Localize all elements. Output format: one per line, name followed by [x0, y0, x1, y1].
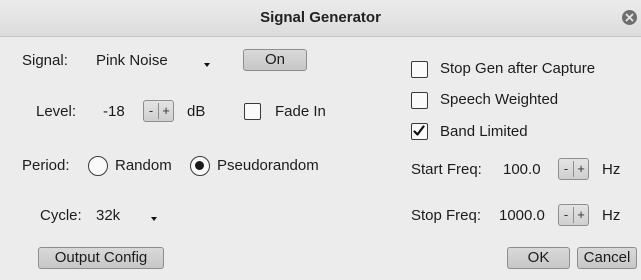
on-toggle-button[interactable]: On — [243, 49, 307, 71]
cancel-button[interactable]: Cancel — [577, 247, 637, 269]
start-freq-label: Start Freq: — [411, 161, 482, 178]
speech-weighted-checkbox[interactable] — [411, 92, 428, 109]
signal-generator-window: Signal Generator Signal: Pink Noise On L… — [0, 0, 641, 280]
title-bar[interactable]: Signal Generator — [0, 0, 641, 37]
stop-freq-increment-button[interactable]: + — [574, 206, 588, 224]
checkmark-icon — [413, 125, 425, 136]
period-random-radio[interactable] — [88, 156, 108, 176]
cycle-label: Cycle: — [40, 207, 82, 224]
radio-selected-dot — [195, 161, 204, 170]
signal-label: Signal: — [22, 52, 68, 69]
start-freq-unit: Hz — [602, 161, 621, 178]
cycle-dropdown-value: 32k — [96, 207, 121, 224]
band-limited-label: Band Limited — [440, 123, 528, 140]
output-config-button[interactable]: Output Config — [38, 247, 164, 269]
period-pseudorandom-label: Pseudorandom — [217, 157, 319, 174]
stop-freq-unit: Hz — [602, 207, 621, 224]
fade-in-checkbox[interactable] — [244, 103, 261, 120]
band-limited-checkbox[interactable] — [411, 123, 428, 140]
chevron-down-icon — [204, 63, 210, 67]
period-random-label: Random — [115, 157, 172, 174]
stop-gen-checkbox[interactable] — [411, 61, 428, 78]
level-stepper[interactable]: - + — [143, 100, 174, 122]
stop-freq-label: Stop Freq: — [411, 207, 482, 224]
stop-gen-label: Stop Gen after Capture — [440, 60, 596, 77]
period-pseudorandom-radio[interactable] — [190, 156, 210, 176]
start-freq-increment-button[interactable]: + — [574, 160, 588, 178]
window-title: Signal Generator — [260, 9, 381, 26]
speech-weighted-label: Speech Weighted — [440, 91, 559, 108]
stop-freq-field[interactable]: 1000.0 — [499, 207, 545, 224]
period-label: Period: — [22, 157, 70, 174]
level-unit: dB — [187, 103, 206, 120]
start-freq-stepper[interactable]: - + — [558, 158, 589, 180]
cycle-dropdown[interactable]: 32k — [96, 207, 120, 224]
stop-freq-stepper[interactable]: - + — [558, 204, 589, 226]
signal-dropdown-value: Pink Noise — [96, 52, 168, 69]
level-field[interactable]: -18 — [103, 103, 125, 120]
close-icon[interactable] — [622, 10, 637, 25]
ok-button[interactable]: OK — [507, 247, 570, 269]
signal-dropdown[interactable]: Pink Noise — [96, 52, 168, 69]
stop-freq-decrement-button[interactable]: - — [559, 206, 573, 224]
fade-in-label: Fade In — [275, 103, 326, 120]
level-decrement-button[interactable]: - — [144, 102, 158, 120]
chevron-down-icon — [151, 217, 157, 221]
start-freq-field[interactable]: 100.0 — [503, 161, 541, 178]
start-freq-decrement-button[interactable]: - — [559, 160, 573, 178]
level-label: Level: — [36, 103, 77, 120]
level-increment-button[interactable]: + — [159, 102, 173, 120]
